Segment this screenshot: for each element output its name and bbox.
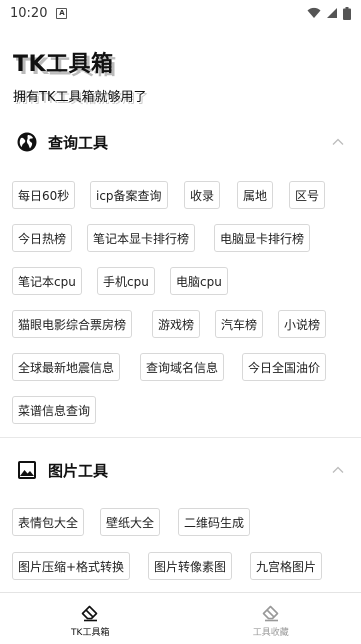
section-header-query-tools[interactable]: 查询工具 [0, 122, 361, 162]
battery-icon [343, 7, 351, 20]
section-title: 图片工具 [48, 460, 331, 481]
tool-chip[interactable]: 图片压缩+格式转换 [12, 552, 130, 580]
tool-chip[interactable]: 手机cpu [97, 267, 155, 295]
section-divider [0, 437, 361, 438]
section-query-tools: 查询工具 [0, 122, 361, 162]
globe-icon [16, 131, 38, 153]
tool-chip[interactable]: 收录 [184, 181, 220, 209]
tool-chip[interactable]: 笔记本cpu [12, 267, 82, 295]
tool-chip[interactable]: icp备案查询 [90, 181, 168, 209]
app-subtitle: 拥有TK工具箱就够用了 [13, 86, 146, 105]
tool-chip[interactable]: 查询域名信息 [140, 353, 224, 381]
tool-chip[interactable]: 小说榜 [278, 310, 326, 338]
tool-chip[interactable]: 猫眼电影综合票房榜 [12, 310, 132, 338]
signal-icon [326, 7, 338, 19]
tool-chip[interactable]: 电脑cpu [170, 267, 228, 295]
section-image-tools: 图片工具 [0, 450, 361, 490]
tool-chip[interactable]: 今日热榜 [12, 224, 72, 252]
nav-tab-favorites[interactable]: 工具收藏 [181, 593, 361, 644]
eraser-icon [261, 604, 281, 622]
sim-card-icon: A [56, 8, 67, 19]
image-icon [16, 459, 38, 481]
wifi-icon [307, 7, 321, 19]
tool-chip[interactable]: 菜谱信息查询 [12, 396, 96, 424]
section-title: 查询工具 [48, 132, 331, 153]
eraser-icon [80, 604, 100, 622]
status-bar: 10:20 A [0, 0, 361, 26]
status-time: 10:20 [10, 6, 47, 21]
tool-chip[interactable]: 每日60秒 [12, 181, 75, 209]
tool-chip[interactable]: 图片转像素图 [148, 552, 232, 580]
tool-chip[interactable]: 今日全国油价 [242, 353, 326, 381]
nav-label: TK工具箱 [71, 625, 109, 638]
tool-chip[interactable]: 表情包大全 [12, 508, 84, 536]
tool-chip[interactable]: 游戏榜 [152, 310, 200, 338]
tool-chip[interactable]: 九宫格图片 [250, 552, 322, 580]
chevron-up-icon[interactable] [331, 463, 345, 477]
tool-chip[interactable]: 壁纸大全 [100, 508, 160, 536]
tool-chip[interactable]: 汽车榜 [215, 310, 263, 338]
section-header-image-tools[interactable]: 图片工具 [0, 450, 361, 490]
app-title: TK工具箱 [13, 46, 146, 78]
tool-chip[interactable]: 电脑显卡排行榜 [214, 224, 310, 252]
chevron-up-icon[interactable] [331, 135, 345, 149]
tool-chip[interactable]: 全球最新地震信息 [12, 353, 120, 381]
nav-label: 工具收藏 [253, 625, 289, 638]
bottom-navigation: TK工具箱 工具收藏 [0, 592, 361, 644]
app-header: TK工具箱 拥有TK工具箱就够用了 [13, 46, 146, 105]
tool-chip[interactable]: 区号 [289, 181, 325, 209]
tool-chip[interactable]: 属地 [237, 181, 273, 209]
nav-tab-toolbox[interactable]: TK工具箱 [0, 593, 181, 644]
tool-chip[interactable]: 笔记本显卡排行榜 [87, 224, 195, 252]
tool-chip[interactable]: 二维码生成 [178, 508, 250, 536]
